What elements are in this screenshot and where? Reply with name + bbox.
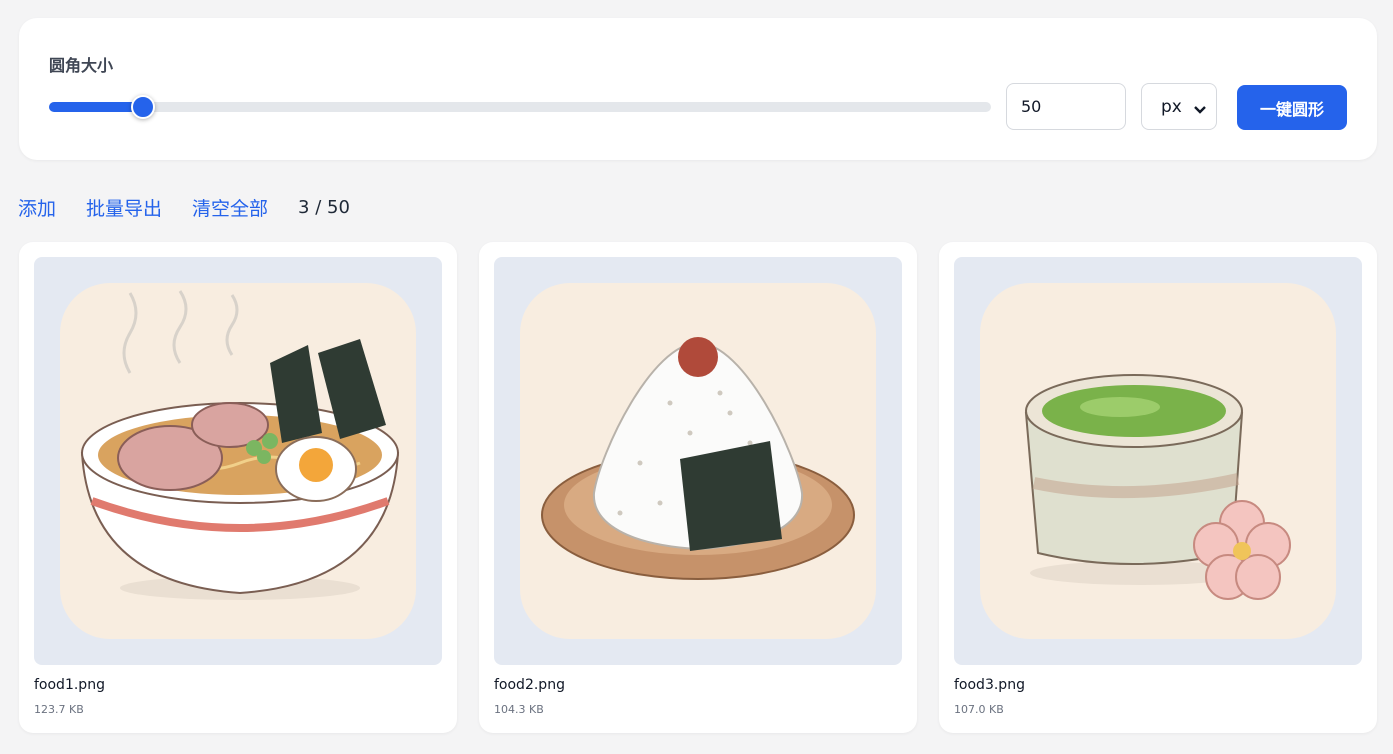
- image-preview[interactable]: [954, 257, 1362, 665]
- add-link[interactable]: 添加: [18, 194, 56, 221]
- file-name: food1.png: [34, 677, 105, 693]
- make-circle-button[interactable]: 一键圆形: [1237, 85, 1347, 130]
- unit-select[interactable]: px: [1141, 83, 1217, 130]
- slider-track[interactable]: [49, 102, 991, 112]
- slider-thumb[interactable]: [131, 95, 156, 119]
- matcha-tea-icon: [980, 283, 1336, 639]
- file-name: food2.png: [494, 677, 565, 693]
- ramen-bowl-icon: [60, 283, 416, 639]
- image-card[interactable]: food1.png 123.7 KB: [19, 242, 457, 733]
- image-preview[interactable]: [494, 257, 902, 665]
- image-preview[interactable]: [34, 257, 442, 665]
- chevron-down-icon: [1194, 100, 1206, 120]
- radius-input[interactable]: [1006, 83, 1126, 130]
- image-count: 3 / 50: [298, 196, 350, 218]
- file-size: 107.0 KB: [954, 703, 1004, 716]
- toolbar: 添加 批量导出 清空全部 3 / 50: [18, 194, 350, 220]
- batch-export-link[interactable]: 批量导出: [86, 194, 162, 221]
- radius-slider[interactable]: [49, 95, 991, 119]
- clear-all-link[interactable]: 清空全部: [192, 194, 268, 221]
- file-name: food3.png: [954, 677, 1025, 693]
- radius-panel: 圆角大小 px 一键圆形: [19, 18, 1377, 160]
- unit-value: px: [1161, 97, 1182, 117]
- image-card[interactable]: food3.png 107.0 KB: [939, 242, 1377, 733]
- onigiri-icon: [520, 283, 876, 639]
- file-size: 104.3 KB: [494, 703, 544, 716]
- radius-label: 圆角大小: [49, 56, 114, 75]
- slider-fill: [49, 102, 144, 112]
- image-card[interactable]: food2.png 104.3 KB: [479, 242, 917, 733]
- file-size: 123.7 KB: [34, 703, 84, 716]
